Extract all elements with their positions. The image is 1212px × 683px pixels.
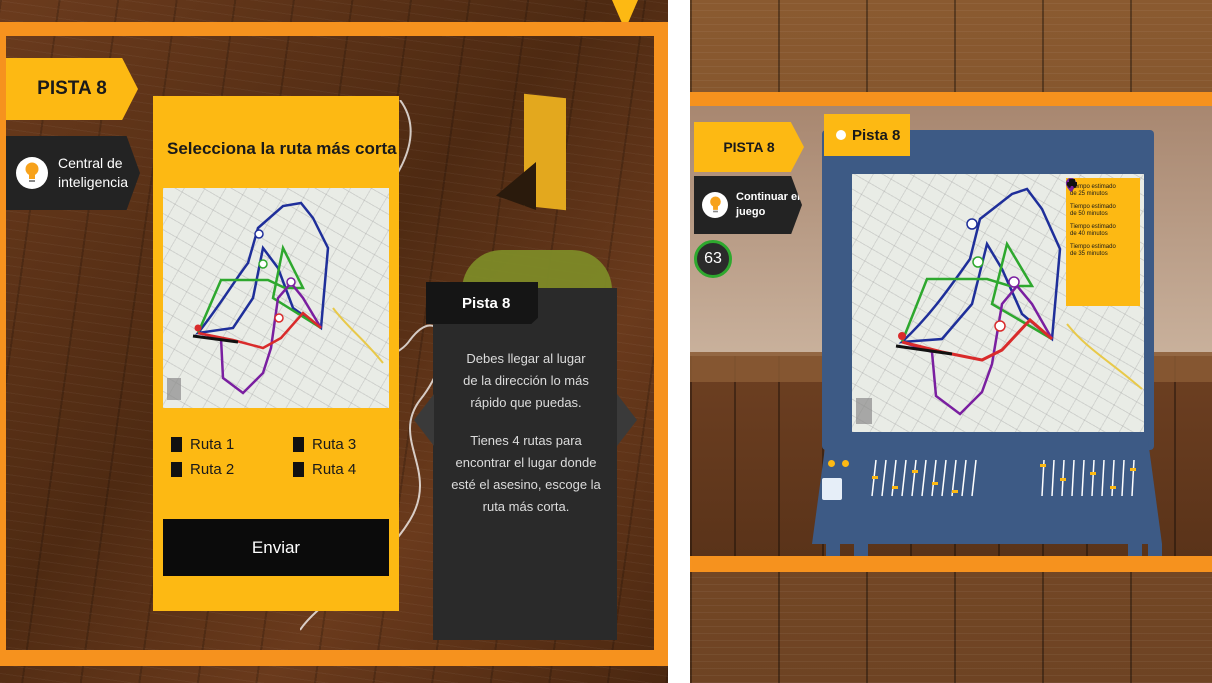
route-map <box>163 188 389 408</box>
legend-item-2: Tiempo estimado de 50 minutos <box>1066 178 1136 218</box>
clue-tag: PISTA 8 <box>694 122 804 172</box>
left-game-screen: PISTA 8 Central de inteligencia Seleccio… <box>0 0 668 683</box>
legend-line1: Tiempo estimado <box>1070 244 1116 250</box>
monitor-route-map: Tiempo estimado de 25 minutos Tiempo esti… <box>852 174 1144 432</box>
legend-item-1: Tiempo estimado de 25 minutos <box>1066 178 1136 198</box>
info-header: Pista 8 <box>426 282 538 324</box>
route-label: Ruta 3 <box>312 436 357 453</box>
legend-line2: de 50 minutos <box>1070 211 1108 217</box>
bottom-shelf-bar <box>690 556 1212 572</box>
legend-line1: Tiempo estimado <box>1070 204 1116 210</box>
checkbox[interactable] <box>293 437 304 452</box>
legend-line2: de 40 minutos <box>1070 231 1108 237</box>
continue-game-button[interactable]: Continuar el juego <box>694 176 802 234</box>
console-light-icon <box>842 460 849 467</box>
intel-line1: Central de <box>58 155 123 171</box>
card-title: Selecciona la ruta más corta <box>167 139 397 158</box>
route-label: Ruta 4 <box>312 461 357 478</box>
legend-item-4: Tiempo estimado de 35 minutos <box>1066 178 1136 258</box>
legend-line2: de 25 minutos <box>1070 191 1108 197</box>
console-sliders-right <box>1040 459 1136 497</box>
route-option-1[interactable]: Ruta 1 <box>171 436 234 453</box>
console-foot <box>1148 544 1162 556</box>
route-option-3[interactable]: Ruta 3 <box>293 436 356 453</box>
timer: 63 <box>694 240 732 278</box>
next-arrow-icon[interactable] <box>617 394 637 446</box>
console-foot <box>1128 544 1142 556</box>
route-legend: Tiempo estimado de 25 minutos Tiempo esti… <box>1066 178 1140 306</box>
intel-line2: inteligencia <box>58 174 129 190</box>
checkbox[interactable] <box>171 462 182 477</box>
timer-value: 63 <box>704 250 722 267</box>
route-label: Ruta 2 <box>190 461 235 478</box>
legend-item-3: Tiempo estimado de 40 minutos <box>1066 178 1136 238</box>
legend-line1: Tiempo estimado <box>1070 224 1116 230</box>
continue-line2: juego <box>736 206 766 218</box>
intelligence-center-button[interactable]: Central de inteligencia <box>6 136 140 210</box>
checkbox[interactable] <box>293 462 304 477</box>
clue-tag-label: PISTA 8 <box>723 139 775 155</box>
bulb-dot-icon <box>836 130 846 140</box>
console-sliders-left <box>871 459 977 497</box>
legend-line2: de 35 minutos <box>1070 251 1108 257</box>
clue-tag-label: PISTA 8 <box>37 78 107 99</box>
clue-info-panel: Debes llegar al lugar de la dirección lo… <box>433 288 617 640</box>
console-foot <box>854 544 868 556</box>
route-option-2[interactable]: Ruta 2 <box>171 461 234 478</box>
route-label: Ruta 1 <box>190 436 235 453</box>
console-card-slot <box>822 478 842 500</box>
bottom-bar <box>0 650 668 666</box>
clue-tag: PISTA 8 <box>6 58 138 120</box>
monitor-title: Pista 8 <box>852 126 901 144</box>
lightbulb-icon <box>16 157 48 189</box>
info-title: Pista 8 <box>462 294 511 312</box>
send-button[interactable]: Enviar <box>163 519 389 576</box>
console-foot <box>826 544 840 556</box>
info-paragraph-1: Debes llegar al lugar de la dirección lo… <box>463 351 589 410</box>
info-paragraph-2: Tienes 4 rutas para encontrar el lugar d… <box>451 433 601 514</box>
prev-arrow-icon[interactable] <box>414 394 434 446</box>
right-game-screen: PISTA 8 Continuar el juego 63 Pista 8 Ti… <box>690 0 1212 683</box>
route-selection-card: Selecciona la ruta más corta Ruta 1 Ruta… <box>153 96 399 611</box>
monitor-title-tab: Pista 8 <box>824 114 910 156</box>
car-icon <box>1067 179 1077 188</box>
lightbulb-icon <box>702 192 728 218</box>
console-light-icon <box>828 460 835 467</box>
top-shelf-bar <box>690 92 1212 106</box>
route-option-4[interactable]: Ruta 4 <box>293 461 356 478</box>
checkbox[interactable] <box>171 437 182 452</box>
continue-line1: Continuar el <box>736 191 801 203</box>
